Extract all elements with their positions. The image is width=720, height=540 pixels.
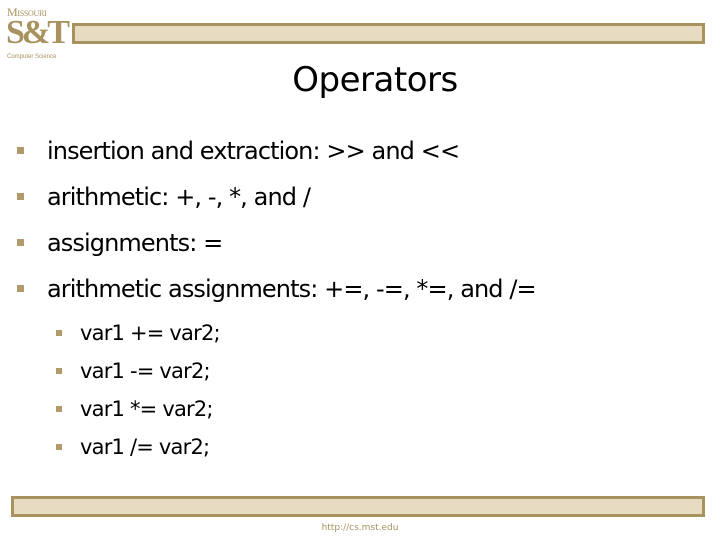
bullet-text: assignments: =: [47, 229, 223, 257]
square-bullet-icon: [56, 444, 62, 450]
square-bullet-icon: [17, 193, 24, 200]
bullet-text: arithmetic: +, -, *, and /: [47, 183, 311, 211]
sub-bullet-text: var1 /= var2;: [80, 435, 210, 459]
square-bullet-icon: [17, 285, 24, 292]
square-bullet-icon: [56, 406, 62, 412]
footer-decorative-bar: [11, 496, 705, 517]
missouri-st-logo: Missouri S&T Computer Science: [4, 3, 70, 63]
logo-monogram: S&T: [6, 14, 70, 51]
sub-bullet-text: var1 -= var2;: [80, 359, 211, 383]
sub-bullet-text: var1 += var2;: [80, 321, 221, 345]
slide-title: Operators: [292, 60, 458, 100]
square-bullet-icon: [56, 368, 62, 374]
square-bullet-icon: [17, 239, 24, 246]
square-bullet-icon: [17, 147, 24, 154]
sub-bullet-text: var1 *= var2;: [80, 397, 214, 421]
bullet-text: insertion and extraction: >> and <<: [47, 137, 460, 165]
bullet-text: arithmetic assignments: +=, -=, *=, and …: [47, 275, 537, 303]
header-decorative-bar: [72, 23, 705, 44]
footer-url-link[interactable]: http://cs.mst.edu: [0, 522, 720, 534]
square-bullet-icon: [56, 330, 62, 336]
